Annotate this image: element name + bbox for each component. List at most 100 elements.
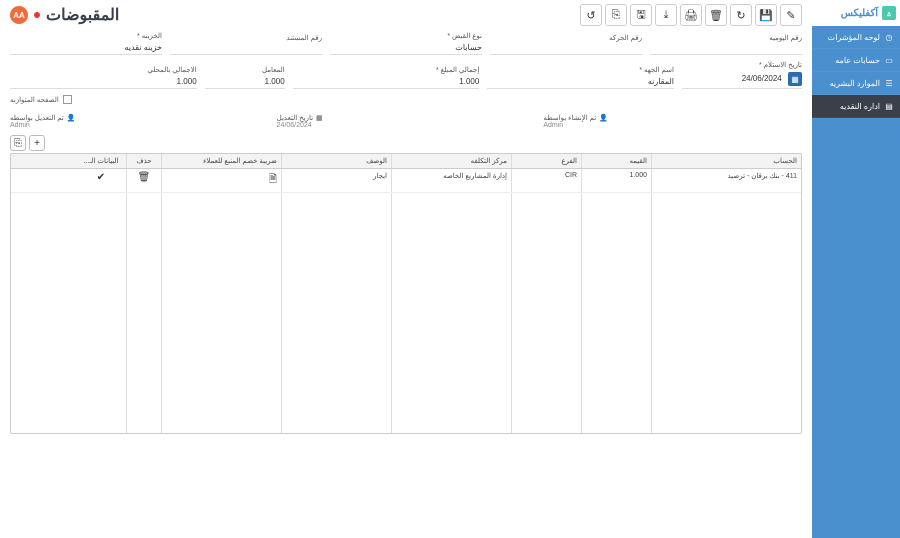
cell-cost-center[interactable]: إدارة المشاريع الخاصه	[391, 169, 511, 192]
sidebar-item-hr[interactable]: ☰ الموارد البشريه	[812, 72, 900, 95]
cell-branch[interactable]: CIR	[511, 169, 581, 192]
refresh-icon: ↻	[736, 9, 745, 22]
notification-dot-icon	[34, 12, 40, 18]
checkbox-label: الصفحه المتوازنه	[10, 96, 59, 104]
sidebar-item-label: حسابات عامه	[835, 56, 880, 65]
form-row-3: الصفحه المتوازنه	[10, 95, 802, 104]
audit-row: 👤تم الإنشاء بواسطه Admin ▦تاريخ التعديل …	[0, 114, 812, 133]
value[interactable]: المقارنه	[487, 75, 674, 89]
label: نوع القبض *	[330, 32, 482, 40]
audit-modified-by: 👤تم التعديل بواسطه Admin	[10, 114, 269, 129]
audit-value: Admin	[543, 122, 563, 129]
calendar-icon[interactable]: ▦	[788, 72, 802, 86]
sidebar-item-cash-management[interactable]: ▤ اداره النقديه	[812, 95, 900, 118]
col-desc[interactable]: الوصف	[281, 154, 391, 168]
cell-delete[interactable]: 🗑	[126, 169, 161, 192]
form-row-2: تاريخ الاستلام * ▦ 24/06/2024 اسم الجهه …	[10, 61, 802, 89]
cell-desc[interactable]: ايجار	[281, 169, 391, 192]
trash-icon: 🗑	[709, 9, 723, 22]
value[interactable]: خزينه نقديه	[10, 41, 162, 55]
value[interactable]: حسابات	[330, 41, 482, 55]
sidebar: ▵ آكفليكس ◷ لوحه المؤشرات ▭ حسابات عامه …	[812, 0, 900, 538]
field-total-amount: إجمالي المبلغ * 1.000	[293, 66, 480, 89]
refresh-button[interactable]: ↻	[730, 4, 752, 26]
checkbox-icon[interactable]	[63, 95, 72, 104]
col-amount[interactable]: القيمه	[581, 154, 651, 168]
cell-confirm[interactable]: ✔	[76, 169, 126, 192]
value[interactable]	[490, 43, 642, 55]
field-receipt-type: نوع القبض * حسابات	[330, 32, 482, 55]
col-more: البيانات الـ...	[76, 154, 126, 168]
calendar-icon: ▦	[316, 114, 323, 122]
user-icon: 👤	[599, 114, 608, 122]
delete-button[interactable]: 🗑	[705, 4, 727, 26]
label: المعامل	[205, 66, 285, 74]
pencil-icon: ✎	[786, 9, 795, 22]
edit-button[interactable]: ✎	[780, 4, 802, 26]
people-icon: ☰	[884, 78, 894, 88]
value[interactable]	[650, 43, 802, 55]
copy-row-button[interactable]: ⎘	[10, 135, 26, 151]
main-content: ✎ 💾 ↻ 🗑 🖨 ⤓ 🖫 ⎘ ↺ المقبوضات AA رقم اليوم…	[0, 0, 812, 538]
cell-account[interactable]: 411 - بنك برقان - ترصيد	[651, 169, 801, 192]
label: رقم المستند	[170, 34, 322, 42]
field-party-name: اسم الجهه * المقارنه	[487, 66, 674, 89]
value[interactable]: 1.000	[205, 75, 285, 89]
history-icon: ↺	[586, 9, 595, 22]
audit-created-by: 👤تم الإنشاء بواسطه Admin	[543, 114, 802, 129]
table-row[interactable]: 411 - بنك برقان - ترصيد 1.000 CIR إدارة …	[11, 169, 801, 193]
label: رقم الحركه	[490, 34, 642, 42]
label: رقم اليوميه	[650, 34, 802, 42]
history-button[interactable]: ↺	[580, 4, 602, 26]
trash-icon[interactable]: 🗑	[138, 172, 151, 183]
label: إجمالي المبلغ *	[293, 66, 480, 74]
field-daily-no: رقم اليوميه	[650, 34, 802, 55]
col-branch[interactable]: الفرع	[511, 154, 581, 168]
form-area: رقم اليوميه رقم الحركه نوع القبض * حسابا…	[0, 28, 812, 114]
brand-name: آكفليكس	[841, 8, 878, 19]
col-account[interactable]: الحساب	[651, 154, 801, 168]
sidebar-item-general-accounts[interactable]: ▭ حسابات عامه	[812, 49, 900, 72]
label: الخزينه *	[10, 32, 162, 40]
save-button[interactable]: 💾	[755, 4, 777, 26]
sidebar-item-dashboard[interactable]: ◷ لوحه المؤشرات	[812, 26, 900, 49]
sidebar-item-label: الموارد البشريه	[830, 79, 880, 88]
gauge-icon: ◷	[884, 32, 894, 42]
toolbar: ✎ 💾 ↻ 🗑 🖨 ⤓ 🖫 ⎘ ↺	[580, 4, 802, 26]
audit-label: تم التعديل بواسطه	[10, 114, 64, 122]
user-icon: 👤	[67, 114, 76, 122]
title-wrap: المقبوضات AA	[10, 5, 119, 25]
entries-grid: الحساب القيمه الفرع مركز التكلفه الوصف ض…	[10, 153, 802, 434]
export-button[interactable]: ⎘	[605, 4, 627, 26]
field-doc-no: رقم المستند	[170, 34, 322, 55]
value[interactable]	[170, 43, 322, 55]
user-badge[interactable]: AA	[10, 6, 28, 24]
cell-amount[interactable]: 1.000	[581, 169, 651, 192]
col-tax[interactable]: ضريبة خصم المنبع للعملاء	[161, 154, 281, 168]
field-factor: المعامل 1.000	[205, 66, 285, 89]
audit-label: تم الإنشاء بواسطه	[543, 114, 596, 122]
value[interactable]: 1.000	[10, 75, 197, 89]
ledger-icon: ▭	[884, 55, 894, 65]
export-icon: ⎘	[612, 9, 621, 22]
audit-label: تاريخ التعديل	[277, 114, 313, 122]
check-icon[interactable]: ✔	[97, 172, 105, 183]
save-icon: 💾	[759, 9, 773, 22]
balanced-checkbox[interactable]: الصفحه المتوازنه	[10, 95, 72, 104]
col-cost-center[interactable]: مركز التكلفه	[391, 154, 511, 168]
cell-tax[interactable]: 🗎	[161, 169, 281, 192]
audit-modified-date: ▦تاريخ التعديل 24/06/2024	[277, 114, 536, 129]
value[interactable]: ▦ 24/06/2024	[682, 70, 802, 89]
sidebar-item-label: لوحه المؤشرات	[828, 33, 880, 42]
download-button[interactable]: ⤓	[655, 4, 677, 26]
grid-toolbar: + ⎘	[0, 133, 812, 153]
add-row-button[interactable]: +	[29, 135, 45, 151]
save-alt-button[interactable]: 🖫	[630, 4, 652, 26]
value[interactable]: 1.000	[293, 75, 480, 89]
print-button[interactable]: 🖨	[680, 4, 702, 26]
audit-value: 24/06/2024	[277, 122, 312, 129]
grid-header: الحساب القيمه الفرع مركز التكلفه الوصف ض…	[11, 154, 801, 169]
page-title: المقبوضات	[46, 5, 119, 25]
document-icon[interactable]: 🗎	[269, 174, 277, 185]
date-text: 24/06/2024	[742, 74, 782, 83]
